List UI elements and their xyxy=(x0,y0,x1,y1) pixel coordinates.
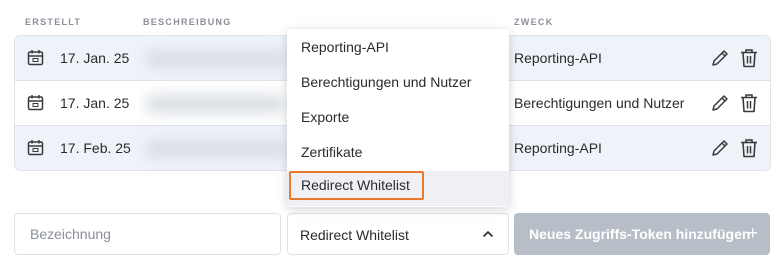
trash-icon[interactable] xyxy=(740,93,758,113)
add-token-button[interactable]: Neues Zugriffs-Token hinzufügen + xyxy=(514,213,770,255)
trash-icon[interactable] xyxy=(740,138,758,158)
column-header-description: BESCHREIBUNG xyxy=(143,17,232,27)
column-header-created: ERSTELLT xyxy=(25,17,82,27)
menu-item-berechtigungen[interactable]: Berechtigungen und Nutzer xyxy=(287,65,509,100)
trash-icon[interactable] xyxy=(740,48,758,68)
blurred-description xyxy=(145,139,285,159)
purpose-label: Reporting-API xyxy=(514,50,602,66)
column-header-purpose: ZWECK xyxy=(514,17,554,27)
add-token-button-label: Neues Zugriffs-Token hinzufügen xyxy=(529,226,751,242)
menu-item-exporte[interactable]: Exporte xyxy=(287,100,509,135)
menu-item-reporting-api[interactable]: Reporting-API xyxy=(287,30,509,65)
calendar-icon xyxy=(27,95,44,111)
calendar-icon xyxy=(27,140,44,156)
calendar-icon xyxy=(27,50,44,66)
pencil-icon[interactable] xyxy=(710,93,730,113)
menu-item-label: Redirect Whitelist xyxy=(301,177,410,193)
created-date: 17. Jan. 25 xyxy=(60,50,130,66)
pencil-icon[interactable] xyxy=(710,138,730,158)
chevron-up-icon xyxy=(483,231,493,237)
pencil-icon[interactable] xyxy=(710,48,730,68)
purpose-label: Reporting-API xyxy=(514,140,602,156)
plus-icon: + xyxy=(747,223,758,243)
name-input[interactable] xyxy=(14,213,281,255)
blurred-description xyxy=(145,94,285,114)
blurred-description xyxy=(145,49,285,69)
purpose-select-value: Redirect Whitelist xyxy=(300,227,409,243)
purpose-select[interactable]: Redirect Whitelist xyxy=(287,213,509,255)
created-date: 17. Feb. 25 xyxy=(60,140,131,156)
created-date: 17. Jan. 25 xyxy=(60,95,130,111)
purpose-dropdown-menu: Reporting-API Berechtigungen und Nutzer … xyxy=(287,29,509,207)
purpose-label: Berechtigungen und Nutzer xyxy=(514,95,685,111)
menu-item-redirect-whitelist[interactable]: Redirect Whitelist xyxy=(287,171,509,206)
menu-item-zertifikate[interactable]: Zertifikate xyxy=(287,135,509,170)
